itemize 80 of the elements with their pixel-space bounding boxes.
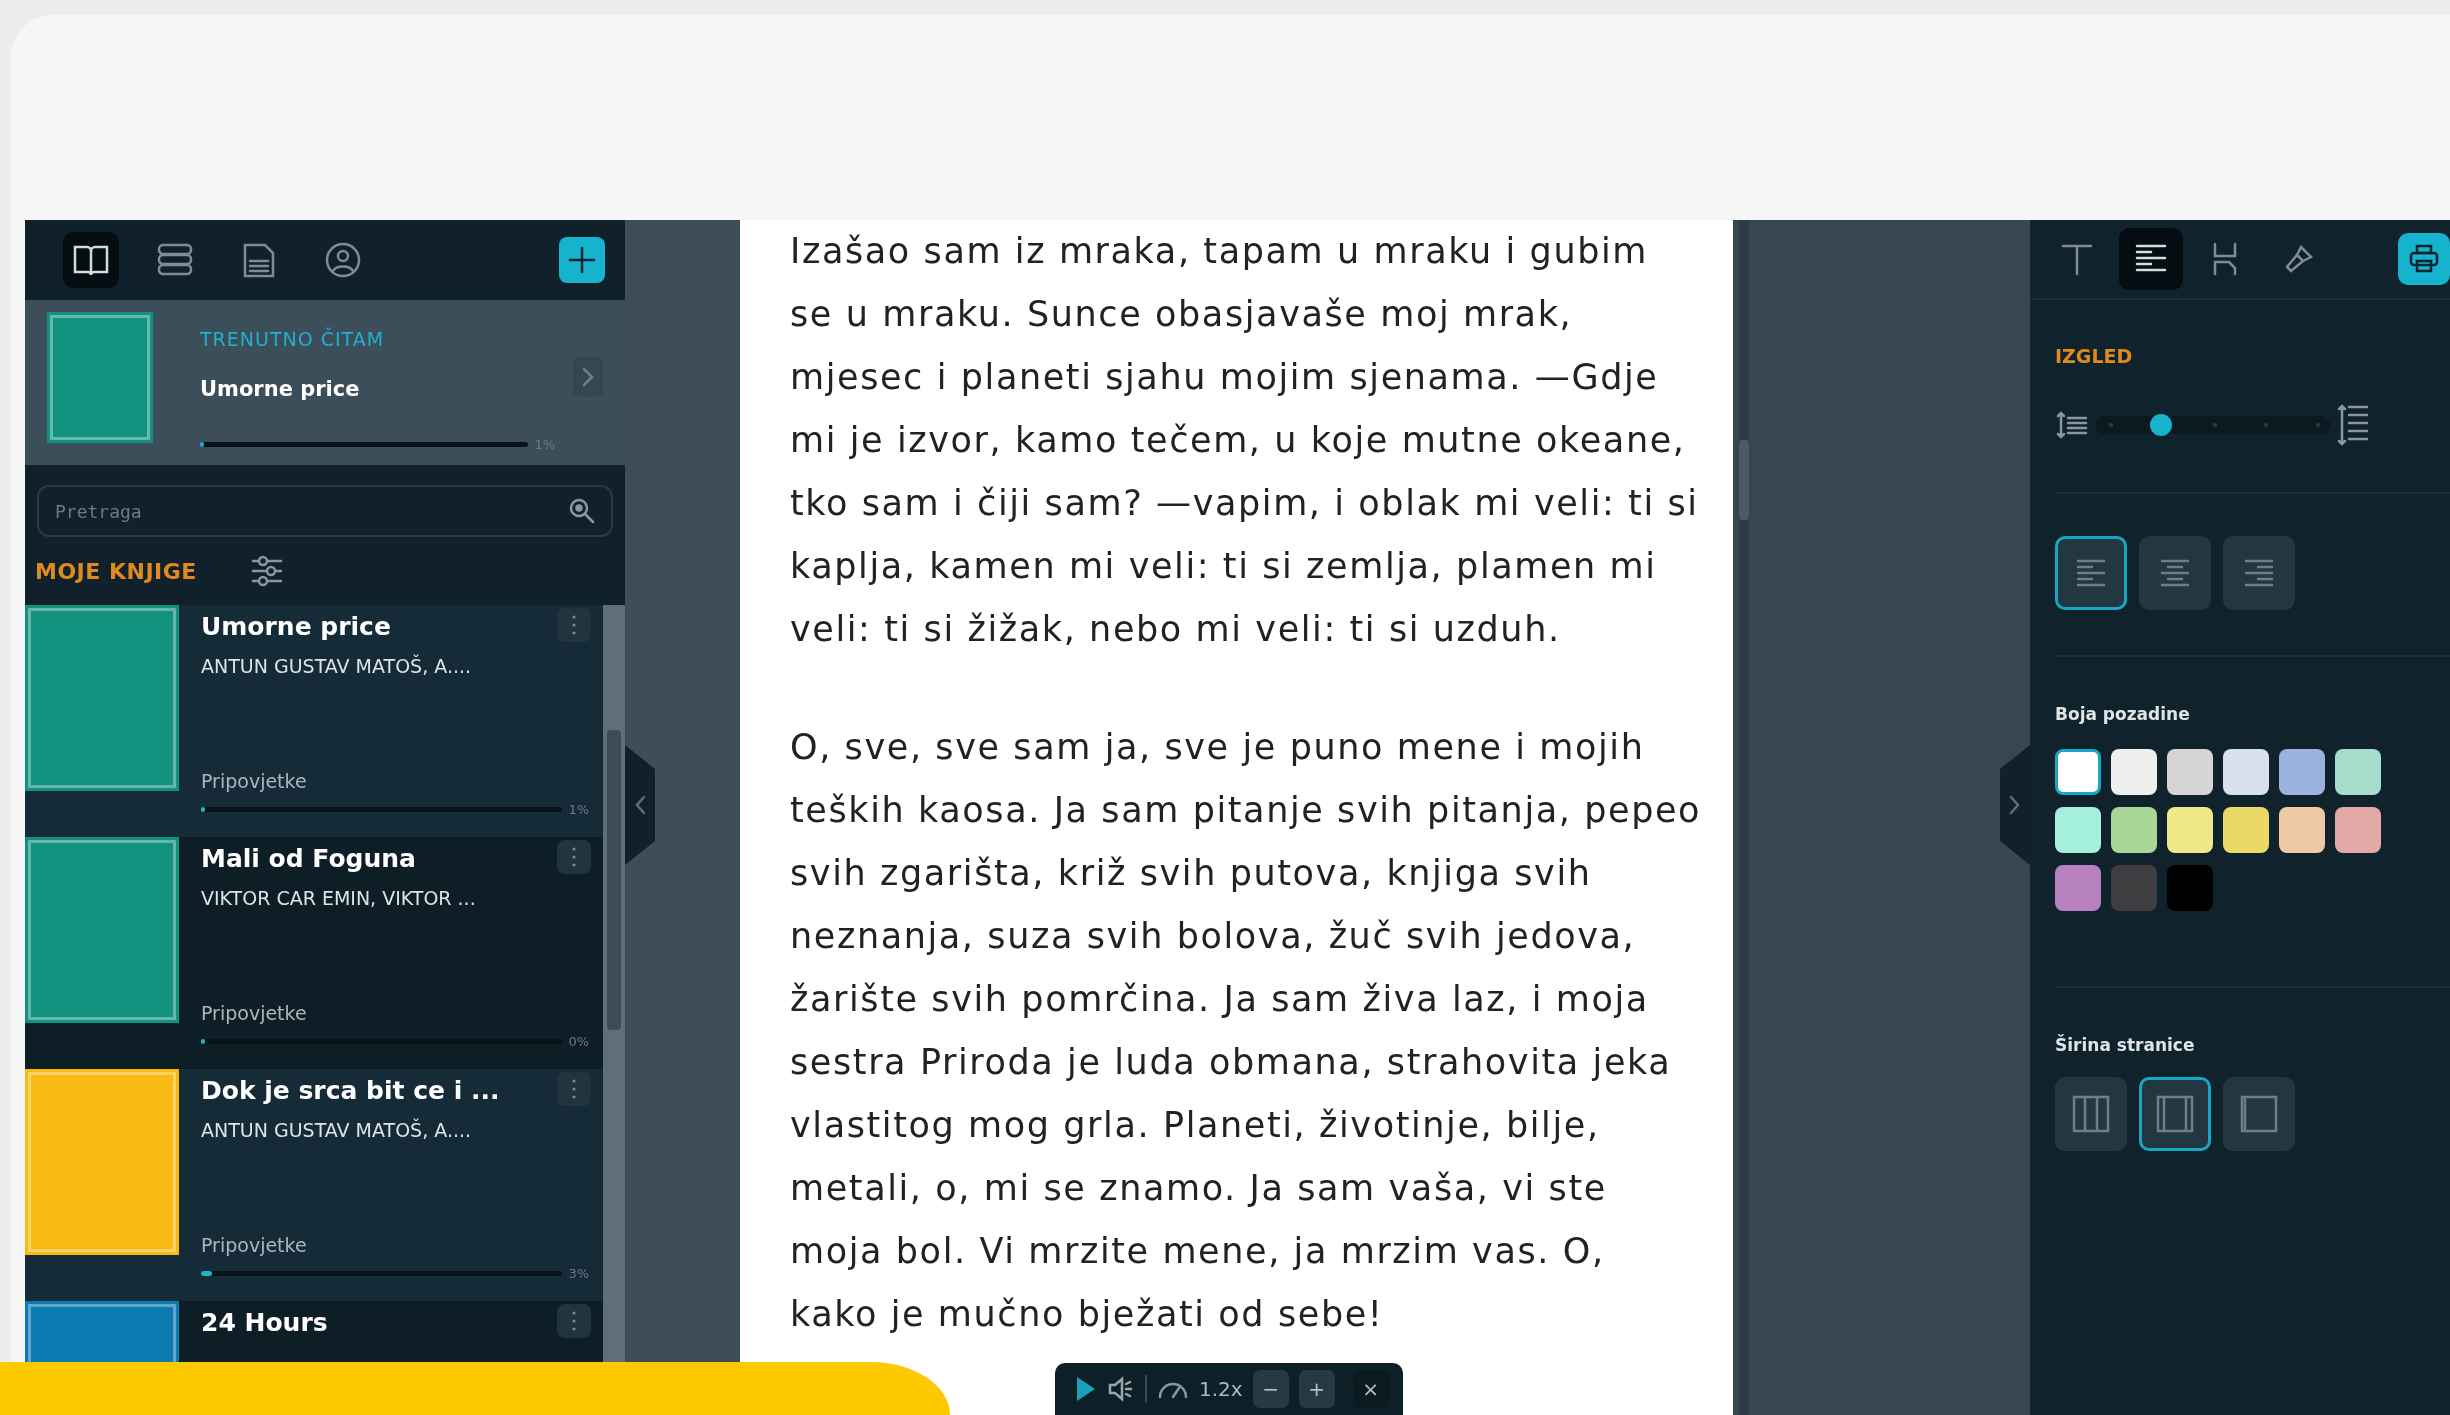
book-item[interactable]: 24 Hours xyxy=(25,1301,603,1362)
book-title: 24 Hours xyxy=(201,1307,328,1339)
page-width-icon xyxy=(2155,1093,2195,1134)
color-swatch[interactable] xyxy=(2111,865,2157,911)
color-swatch[interactable] xyxy=(2111,749,2157,795)
slower-button[interactable]: − xyxy=(1252,1370,1289,1408)
book-author: VIKTOR CAR EMIN, VIKTOR ... xyxy=(201,885,477,911)
book-title: Dok je srca bit ce i ... xyxy=(201,1075,500,1107)
document-icon xyxy=(241,241,277,279)
color-swatch[interactable] xyxy=(2055,749,2101,795)
color-swatch[interactable] xyxy=(2279,749,2325,795)
chevron-left-icon xyxy=(634,795,646,815)
faster-button[interactable]: + xyxy=(1298,1370,1335,1408)
play-icon xyxy=(1075,1375,1097,1403)
color-swatch[interactable] xyxy=(2335,807,2381,853)
section-heading: MOJE KNJIGE xyxy=(35,557,197,586)
kebab-icon xyxy=(571,1078,577,1100)
setting-label: Širina stranice xyxy=(2055,1033,2196,1057)
book-title: Umorne price xyxy=(201,611,391,643)
book-genre: Pripovjetke xyxy=(201,1001,308,1026)
kebab-icon xyxy=(571,1310,577,1332)
color-swatch[interactable] xyxy=(2055,807,2101,853)
play-button[interactable] xyxy=(1075,1375,1097,1403)
page-width-option[interactable] xyxy=(2139,1076,2211,1151)
plus-icon xyxy=(567,245,597,275)
color-swatch[interactable] xyxy=(2167,865,2213,911)
book-author: ANTUN GUSTAV MATOŠ, A.... xyxy=(201,1117,473,1143)
chevron-right-icon xyxy=(581,366,595,388)
book-genre: Pripovjetke xyxy=(201,1233,308,1258)
speed-value: 1.2x xyxy=(1199,1376,1243,1403)
section-heading: IZGLED xyxy=(2055,344,2134,369)
page-width-option[interactable] xyxy=(2055,1076,2127,1151)
slider-thumb[interactable] xyxy=(2149,413,2172,436)
color-swatch[interactable] xyxy=(2279,807,2325,853)
book-item[interactable]: Umorne price ANTUN GUSTAV MATOŠ, A.... Pripovjetke 1% xyxy=(25,605,603,837)
book-author: ANTUN GUSTAV MATOŠ, A.... xyxy=(201,653,473,679)
settings-tab[interactable] xyxy=(2119,228,2183,290)
color-swatch[interactable] xyxy=(2055,865,2101,911)
color-swatch[interactable] xyxy=(2223,807,2269,853)
book-item[interactable]: Mali od Foguna VIKTOR CAR EMIN, VIKTOR ... Pripovjetke 0% xyxy=(25,837,603,1069)
search-field[interactable]: Pretraga xyxy=(37,485,613,537)
alignment-option[interactable] xyxy=(2139,535,2211,610)
volume-button[interactable] xyxy=(1107,1376,1135,1402)
line-spacing-slider[interactable] xyxy=(2095,415,2330,434)
book-title: Umorne price xyxy=(200,375,360,403)
paragraph: O, sve, sve sam ja, sve je puno mene i mojih teških kaosa. Ja sam pitanje svih pitanja, pepeo svih zgarišta, križ svih putova, knjiga svih neznanja, suza svih bolova, žuč svih jedova, žarište svih pomrčina. Ja sam živa laz, i moja sestra Priroda je luda obmana, strahovita jeka vlastitog mog grla. Planeti, životinje, bilje, metali, o, mi se znamo. Ja sam vaša, vi ste moja bol. Vi mrzite mene, ja mrzim vas. O, kako je mučno bježati od sebe! xyxy=(790,726,1703,1336)
kebab-icon xyxy=(571,846,577,868)
color-swatch[interactable] xyxy=(2167,749,2213,795)
profile-icon xyxy=(324,241,362,279)
print-button[interactable] xyxy=(2398,233,2450,285)
alignment-option[interactable] xyxy=(2223,535,2295,610)
color-swatch[interactable] xyxy=(2335,749,2381,795)
chevron-right-icon xyxy=(2009,795,2021,815)
color-swatch[interactable] xyxy=(2223,749,2269,795)
setting-label: Boja pozadine xyxy=(2055,702,2191,726)
line-spacing-large-icon xyxy=(2336,402,2370,447)
add-button[interactable] xyxy=(559,237,605,283)
progress-percent: 1% xyxy=(568,800,589,819)
speaker-icon xyxy=(1107,1376,1135,1402)
printer-icon xyxy=(2408,243,2440,275)
page-width-option[interactable] xyxy=(2223,1076,2295,1151)
book-title: Mali od Foguna xyxy=(201,843,416,875)
close-button[interactable]: × xyxy=(1352,1370,1389,1408)
progress-percent: 0% xyxy=(568,1032,589,1051)
paragraph: Izašao sam iz mraka, tapam u mraku i gubim se u mraku. Sunce obasjavaše moj mrak, mjesec i planeti sjahu mojim sjenama. —Gdje mi je izvor, kamo tečem, u koje mutne okeane, tko sam i čiji sam? —vapim, i oblak mi veli: ti si kaplja, kamen mi veli: ti si zemlja, plamen mi veli: ti si žižak, nebo mi veli: ti si uzduh. xyxy=(790,230,1700,651)
progress-percent: 3% xyxy=(568,1264,589,1283)
page-width-icon xyxy=(2071,1093,2111,1134)
color-swatch[interactable] xyxy=(2167,807,2213,853)
kebab-icon xyxy=(571,614,577,636)
book-stack-icon xyxy=(155,242,195,278)
search-input[interactable]: Pretraga xyxy=(53,496,567,526)
search-icon xyxy=(567,496,597,526)
nav-tab[interactable] xyxy=(63,232,119,288)
book-genre: Pripovjetke xyxy=(201,769,308,794)
line-spacing-small-icon xyxy=(2055,409,2089,440)
page-width-icon xyxy=(2239,1093,2279,1134)
book-item[interactable]: Dok je srca bit ce i ... ANTUN GUSTAV MATOŠ, A.... Pripovjetke 3% xyxy=(25,1069,603,1301)
alignment-option[interactable] xyxy=(2055,535,2127,610)
section-heading: TRENUTNO ČITAM xyxy=(200,326,386,352)
color-swatch[interactable] xyxy=(2111,807,2157,853)
